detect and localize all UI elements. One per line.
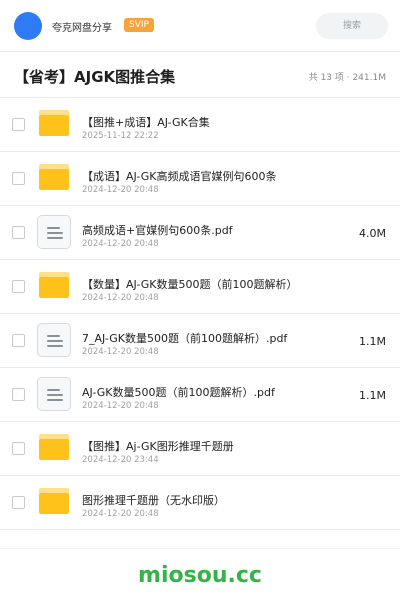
file-row[interactable]: 【图推】Aj-GK图形推理千题册 2024-12-20 23:44 [0, 422, 400, 476]
file-date: 2024-12-20 20:48 [82, 347, 159, 357]
file-size: 1.1M [359, 335, 386, 348]
select-checkbox[interactable] [12, 388, 25, 401]
file-row[interactable]: 【数量】AJ-GK数量500题（前100题解析） 2024-12-20 20:48 [0, 260, 400, 314]
file-name[interactable]: 【成语】AJ-GK高频成语官媒例句600条 [82, 168, 276, 184]
file-name[interactable]: 【图推】Aj-GK图形推理千题册 [82, 438, 234, 454]
brand-watermark: miosou.cc [138, 563, 262, 588]
file-name[interactable]: 7_AJ-GK数量500题（前100题解析）.pdf [82, 330, 287, 346]
document-icon [37, 377, 71, 411]
document-icon [37, 323, 71, 357]
file-name[interactable]: 【图推+成语】AJ-GK合集 [82, 114, 210, 130]
top-bar: 夸克网盘分享 SVIP 搜索 [0, 0, 400, 52]
folder-icon [39, 110, 69, 136]
select-checkbox[interactable] [12, 280, 25, 293]
file-date: 2024-12-20 20:48 [82, 185, 159, 195]
select-checkbox[interactable] [12, 496, 25, 509]
file-row[interactable]: 7_AJ-GK数量500题（前100题解析）.pdf 2024-12-20 20:… [0, 314, 400, 368]
select-checkbox[interactable] [12, 118, 25, 131]
file-date: 2025-11-12 22:22 [82, 131, 159, 141]
svip-badge: SVIP [124, 18, 154, 32]
share-title-bar: 【省考】AJGK图推合集 共 13 项 · 241.1M [0, 52, 400, 98]
file-name[interactable]: 【数量】AJ-GK数量500题（前100题解析） [82, 276, 297, 292]
file-row[interactable]: 高频成语+官媒例句600条.pdf 2024-12-20 20:48 4.0M [0, 206, 400, 260]
footer: miosou.cc [0, 548, 400, 600]
select-checkbox[interactable] [12, 442, 25, 455]
folder-icon [39, 488, 69, 514]
file-size: 1.1M [359, 389, 386, 402]
share-meta: 共 13 项 · 241.1M [308, 73, 386, 83]
file-name[interactable]: 高频成语+官媒例句600条.pdf [82, 222, 233, 238]
search-input[interactable]: 搜索 [316, 13, 388, 39]
select-checkbox[interactable] [12, 226, 25, 239]
file-row[interactable]: 图形推理千题册（无水印版） 2024-12-20 20:48 [0, 476, 400, 530]
file-list: 【图推+成语】AJ-GK合集 2025-11-12 22:22 【成语】AJ-GK高… [0, 98, 400, 530]
select-checkbox[interactable] [12, 334, 25, 347]
file-row[interactable]: 【成语】AJ-GK高频成语官媒例句600条 2024-12-20 20:48 [0, 152, 400, 206]
file-date: 2024-12-20 20:48 [82, 509, 159, 519]
avatar[interactable] [14, 12, 42, 40]
file-date: 2024-12-20 20:48 [82, 401, 159, 411]
folder-icon [39, 434, 69, 460]
file-size: 4.0M [359, 227, 386, 240]
document-icon [37, 215, 71, 249]
file-date: 2024-12-20 23:44 [82, 455, 159, 465]
file-name[interactable]: 图形推理千题册（无水印版） [82, 492, 225, 508]
file-name[interactable]: AJ-GK数量500题（前100题解析）.pdf [82, 384, 275, 400]
folder-icon [39, 272, 69, 298]
file-date: 2024-12-20 20:48 [82, 239, 159, 249]
file-row[interactable]: AJ-GK数量500题（前100题解析）.pdf 2024-12-20 20:48… [0, 368, 400, 422]
page-title: 【省考】AJGK图推合集 [14, 68, 176, 86]
username: 夸克网盘分享 [52, 23, 112, 34]
select-checkbox[interactable] [12, 172, 25, 185]
file-date: 2024-12-20 20:48 [82, 293, 159, 303]
folder-icon [39, 164, 69, 190]
file-row[interactable]: 【图推+成语】AJ-GK合集 2025-11-12 22:22 [0, 98, 400, 152]
